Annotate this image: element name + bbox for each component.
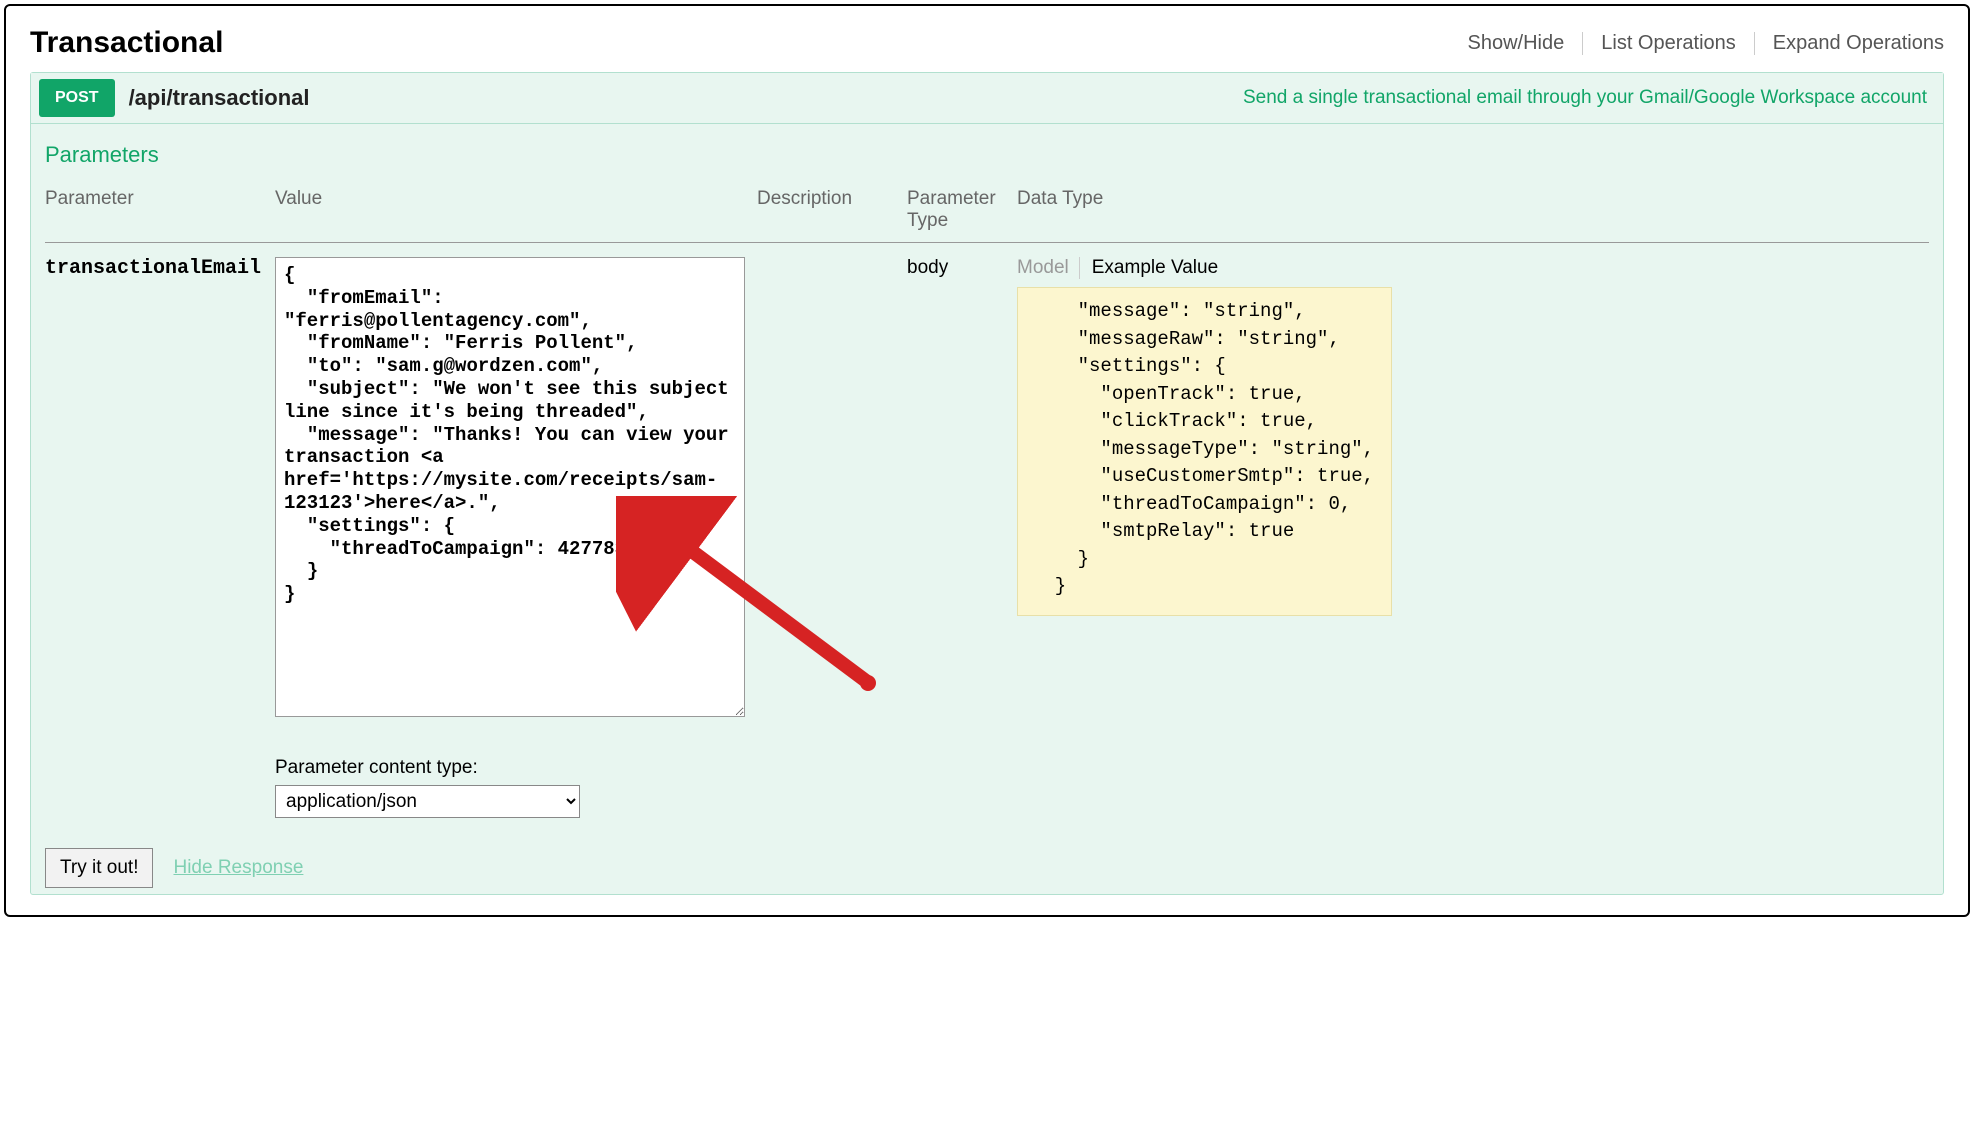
operation-path: /api/transactional — [129, 85, 310, 111]
example-value-box[interactable]: "message": "string", "messageRaw": "stri… — [1017, 287, 1392, 616]
show-hide-link[interactable]: Show/Hide — [1450, 32, 1584, 55]
parameters-table: Parameter Value Description Parameter Ty… — [45, 182, 1929, 828]
content-type-label: Parameter content type: — [275, 757, 745, 779]
list-operations-link[interactable]: List Operations — [1583, 32, 1755, 55]
param-description — [757, 243, 907, 829]
table-row: transactionalEmail Parameter content typ… — [45, 243, 1929, 829]
col-parameter: Parameter — [45, 182, 275, 243]
operation-header[interactable]: POST /api/transactional Send a single tr… — [31, 73, 1943, 124]
body-textarea[interactable] — [275, 257, 745, 717]
operation-summary: Send a single transactional email throug… — [1243, 87, 1935, 109]
col-datatype: Data Type — [1017, 182, 1929, 243]
col-description: Description — [757, 182, 907, 243]
parameters-heading: Parameters — [45, 142, 1929, 168]
hide-response-link[interactable]: Hide Response — [173, 857, 303, 879]
try-it-out-button[interactable]: Try it out! — [45, 848, 153, 888]
col-value: Value — [275, 182, 757, 243]
param-type: body — [907, 243, 1017, 829]
expand-operations-link[interactable]: Expand Operations — [1755, 32, 1944, 55]
method-badge: POST — [39, 79, 115, 117]
content-type-select[interactable]: application/json — [275, 785, 580, 818]
tab-model[interactable]: Model — [1017, 257, 1080, 279]
header-actions: Show/Hide List Operations Expand Operati… — [1450, 32, 1944, 55]
param-name: transactionalEmail — [45, 257, 261, 280]
col-paramtype: Parameter Type — [907, 182, 1017, 243]
operation-panel: POST /api/transactional Send a single tr… — [30, 72, 1944, 895]
tab-example[interactable]: Example Value — [1092, 257, 1218, 279]
page-title: Transactional — [30, 26, 223, 60]
